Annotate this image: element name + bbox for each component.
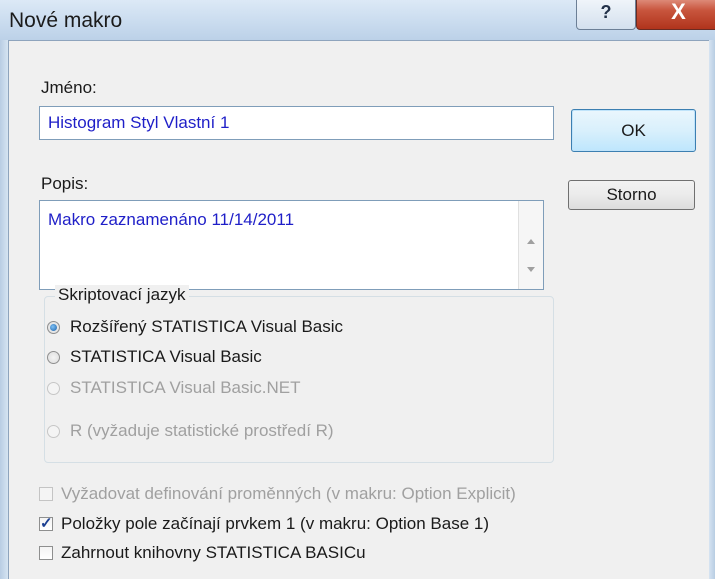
description-textarea[interactable]: Makro zaznamenáno 11/14/2011: [39, 200, 544, 290]
radio-label: Rozšířený STATISTICA Visual Basic: [70, 317, 344, 336]
radio-indicator[interactable]: [47, 350, 60, 364]
window-title: Nové makro: [9, 9, 123, 32]
close-icon: X: [671, 0, 686, 24]
cancel-button[interactable]: Storno: [568, 180, 695, 210]
checkbox-indicator[interactable]: [39, 514, 53, 532]
dialog-body: Jméno: Popis: Makro zaznamenáno 11/14/20…: [8, 40, 709, 579]
radio-r: R (vyžaduje statistické prostředí R): [47, 421, 334, 441]
checkbox-option-base[interactable]: Položky pole začínají prvkem 1 (v makru:…: [39, 514, 489, 534]
name-input[interactable]: [39, 106, 554, 140]
radio-label: STATISTICA Visual Basic: [70, 347, 262, 366]
description-scrollbar[interactable]: [518, 201, 543, 289]
radio-svb-net: STATISTICA Visual Basic.NET: [47, 378, 301, 398]
window-frame-left: [0, 40, 8, 579]
ok-button[interactable]: OK: [571, 109, 696, 152]
window-frame-right: [709, 40, 715, 579]
help-button[interactable]: ?: [576, 0, 636, 30]
description-text: Makro zaznamenáno 11/14/2011: [48, 210, 295, 229]
radio-label: STATISTICA Visual Basic.NET: [70, 378, 301, 397]
radio-svb[interactable]: STATISTICA Visual Basic: [47, 347, 262, 367]
checkbox-include-libraries[interactable]: Zahrnout knihovny STATISTICA BASICu: [39, 543, 366, 563]
checkbox-indicator[interactable]: [39, 546, 53, 560]
radio-extended-svb[interactable]: Rozšířený STATISTICA Visual Basic: [47, 317, 343, 337]
checkbox-indicator: [39, 487, 53, 501]
script-language-title: Skriptovací jazyk: [55, 285, 189, 305]
checkbox-label: Vyžadovat definování proměnných (v makru…: [61, 484, 516, 503]
scroll-up-icon[interactable]: [527, 239, 535, 244]
name-label: Jméno:: [41, 78, 97, 97]
title-bar: Nové makro ? X: [0, 0, 715, 40]
help-icon: ?: [600, 1, 612, 22]
radio-indicator: [47, 424, 60, 438]
checkbox-option-explicit: Vyžadovat definování proměnných (v makru…: [39, 484, 516, 504]
checkbox-label: Položky pole začínají prvkem 1 (v makru:…: [61, 514, 490, 533]
radio-indicator: [47, 381, 60, 395]
description-label: Popis:: [41, 174, 89, 193]
radio-label: R (vyžaduje statistické prostředí R): [70, 421, 334, 440]
scroll-down-icon[interactable]: [527, 267, 535, 272]
checkbox-label: Zahrnout knihovny STATISTICA BASICu: [61, 543, 366, 562]
radio-indicator[interactable]: [47, 320, 60, 334]
close-button[interactable]: X: [636, 0, 715, 30]
